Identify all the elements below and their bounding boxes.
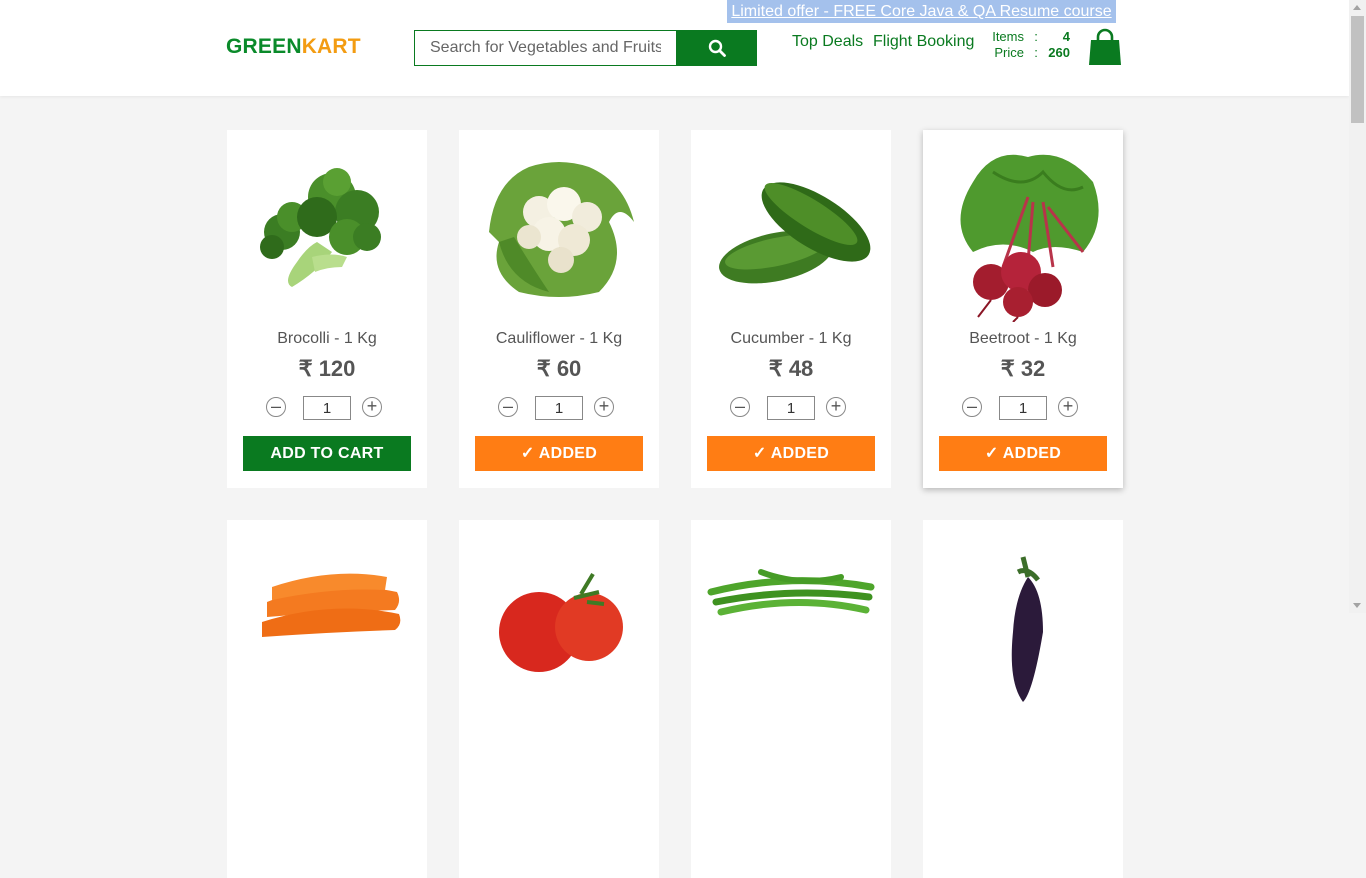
promo-banner-link[interactable]: Limited offer - FREE Core Java & QA Resu… <box>727 0 1116 23</box>
add-to-cart-button[interactable]: ADD TO CART <box>243 436 411 471</box>
quantity-stepper: – + <box>498 396 620 420</box>
quantity-input[interactable] <box>999 396 1047 420</box>
tomato-image <box>499 572 623 672</box>
increment-button[interactable]: + <box>826 397 846 417</box>
brinjal-image <box>1011 556 1043 702</box>
product-card-brinjal <box>923 520 1123 878</box>
cart-summary: Items : 4 Price : 260 <box>986 29 1070 61</box>
scroll-down-arrow-icon[interactable] <box>1353 603 1361 608</box>
scrollbar-thumb[interactable] <box>1351 16 1364 123</box>
decrement-button[interactable]: – <box>962 397 982 417</box>
product-price: ₹ 60 <box>536 356 582 381</box>
added-button[interactable]: ✓ ADDED <box>475 436 643 471</box>
header: GREENKART Top Deals Flight Booking Items… <box>0 0 1349 96</box>
quantity-stepper: – + <box>730 396 852 420</box>
product-card-brocolli: Brocolli - 1 Kg ₹ 120 – + ADD TO CART <box>227 130 427 488</box>
product-card-beetroot: Beetroot - 1 Kg ₹ 32 – + ✓ ADDED <box>923 130 1123 488</box>
decrement-button[interactable]: – <box>498 397 518 417</box>
decrement-button[interactable]: – <box>730 397 750 417</box>
product-name: Brocolli - 1 Kg <box>277 330 377 347</box>
search-input[interactable] <box>414 30 676 66</box>
quantity-input[interactable] <box>303 396 351 420</box>
cauliflower-image <box>489 162 634 297</box>
shopping-bag-icon <box>1089 28 1121 65</box>
page-scrollbar[interactable] <box>1349 0 1366 613</box>
items-count: 4 <box>1062 29 1070 44</box>
product-name: Beetroot - 1 Kg <box>969 330 1077 347</box>
product-name: Cucumber - 1 Kg <box>730 330 852 347</box>
greenkart-logo: GREENKART <box>226 35 361 58</box>
product-price: ₹ 32 <box>1000 356 1046 381</box>
product-card-cauliflower: Cauliflower - 1 Kg ₹ 60 – + ✓ ADDED <box>459 130 659 488</box>
brocolli-image <box>260 168 381 287</box>
quantity-stepper: – + <box>266 396 388 420</box>
quantity-input[interactable] <box>767 396 815 420</box>
price-total: 260 <box>1048 45 1070 60</box>
cucumber-image <box>719 182 871 284</box>
search-button[interactable] <box>676 30 757 66</box>
beans-image <box>707 569 875 616</box>
flight-booking-link[interactable]: Flight Booking <box>873 33 974 51</box>
product-price: ₹ 120 <box>298 356 356 381</box>
increment-button[interactable]: + <box>362 397 382 417</box>
search-icon <box>708 39 726 57</box>
increment-button[interactable]: + <box>1058 397 1078 417</box>
product-card-cucumber: Cucumber - 1 Kg ₹ 48 – + ✓ ADDED <box>691 130 891 488</box>
beetroot-image <box>960 154 1099 322</box>
items-label: Items <box>992 29 1024 44</box>
scroll-up-arrow-icon[interactable] <box>1353 5 1361 10</box>
added-button[interactable]: ✓ ADDED <box>939 436 1107 471</box>
top-deals-link[interactable]: Top Deals <box>792 33 863 51</box>
product-name: Cauliflower - 1 Kg <box>495 330 623 347</box>
search-bar <box>414 30 757 66</box>
carrot-image <box>262 573 401 637</box>
product-price: ₹ 48 <box>768 356 814 381</box>
increment-button[interactable]: + <box>594 397 614 417</box>
product-card-tomato <box>459 520 659 878</box>
cart-button[interactable] <box>1087 28 1123 71</box>
product-card-carrot <box>227 520 427 878</box>
decrement-button[interactable]: – <box>266 397 286 417</box>
added-button[interactable]: ✓ ADDED <box>707 436 875 471</box>
price-label: Price <box>994 45 1024 60</box>
quantity-stepper: – + <box>962 396 1084 420</box>
quantity-input[interactable] <box>535 396 583 420</box>
product-card-beans <box>691 520 891 878</box>
